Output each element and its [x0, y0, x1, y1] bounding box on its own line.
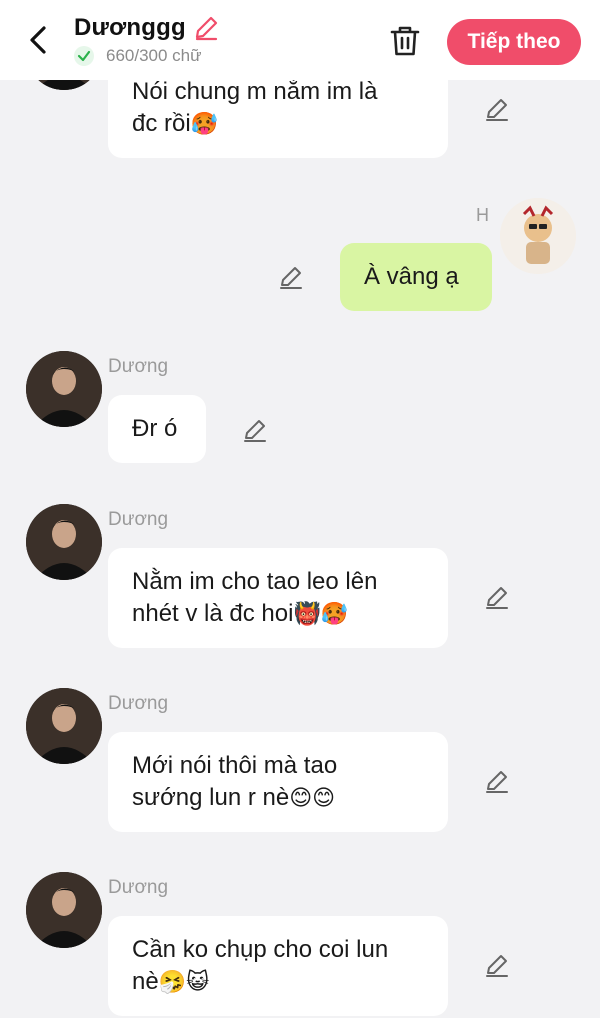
pencil-icon — [486, 955, 508, 977]
pencil-icon — [195, 16, 217, 41]
edit-title-button[interactable] — [192, 14, 220, 42]
message-line: nè — [132, 968, 159, 995]
message-bubble[interactable]: Đr ó — [108, 395, 206, 463]
edit-message-button[interactable] — [482, 950, 512, 980]
message-line: Nói chung m nằm im là — [132, 78, 378, 105]
pencil-icon — [280, 267, 302, 289]
next-button[interactable]: Tiếp theo — [447, 19, 581, 65]
message-emoji: 🤧😺 — [158, 970, 210, 995]
sender-name: H — [476, 205, 489, 225]
message-line: Cần ko chụp cho coi lun — [132, 936, 389, 963]
message-line: sướng lun r nè — [132, 784, 290, 811]
message-text: Đr ó — [132, 415, 178, 442]
avatar — [26, 872, 102, 948]
message-emoji: 👹🥵 — [293, 602, 349, 627]
message-emoji: 😊😊 — [289, 786, 336, 811]
delete-button[interactable] — [386, 22, 424, 60]
message-line: đc rồi — [132, 110, 191, 137]
sender-name: Dương — [108, 509, 169, 530]
check-icon — [74, 46, 94, 66]
back-button[interactable] — [20, 22, 56, 58]
message-bubble[interactable]: Nằm im cho tao leo lên nhét v là đc hoi👹… — [108, 548, 448, 648]
sender-name: Dương — [108, 693, 169, 714]
top-bar: Dươnggg 660/300 chữ Tiếp theo — [0, 0, 600, 80]
message-bubble[interactable]: Mới nói thôi mà tao sướng lun r nè😊😊 — [108, 732, 448, 832]
back-arrow-icon — [30, 26, 46, 54]
edit-message-button[interactable] — [482, 94, 512, 124]
edit-message-button[interactable] — [482, 766, 512, 796]
message-line: nhét v là đc hoi — [132, 600, 294, 627]
edit-message-button[interactable] — [276, 262, 306, 292]
message-bubble-sent[interactable]: À vâng ạ — [340, 243, 492, 311]
message-line: Nằm im cho tao leo lên — [132, 568, 378, 595]
pencil-icon — [486, 99, 508, 121]
message-line: Mới nói thôi mà tao — [132, 752, 338, 779]
title-block: Dươnggg 660/300 chữ — [74, 14, 220, 66]
avatar — [26, 688, 102, 764]
pencil-icon — [486, 771, 508, 793]
edit-message-button[interactable] — [482, 582, 512, 612]
character-counter: 660/300 chữ — [106, 46, 202, 65]
page-title: Dươnggg — [74, 14, 186, 41]
message-emoji: 🥵 — [190, 112, 219, 137]
avatar — [26, 504, 102, 580]
avatar — [26, 351, 102, 427]
message-text: À vâng ạ — [364, 263, 459, 290]
edit-message-button[interactable] — [240, 415, 270, 445]
pencil-icon — [244, 420, 266, 442]
sender-name: Dương — [108, 877, 169, 898]
avatar-self — [500, 198, 576, 274]
sender-name: Dương — [108, 356, 169, 377]
pencil-icon — [486, 587, 508, 609]
trash-icon — [390, 26, 420, 56]
message-bubble[interactable]: Cần ko chụp cho coi lun nè🤧😺 — [108, 916, 448, 1016]
